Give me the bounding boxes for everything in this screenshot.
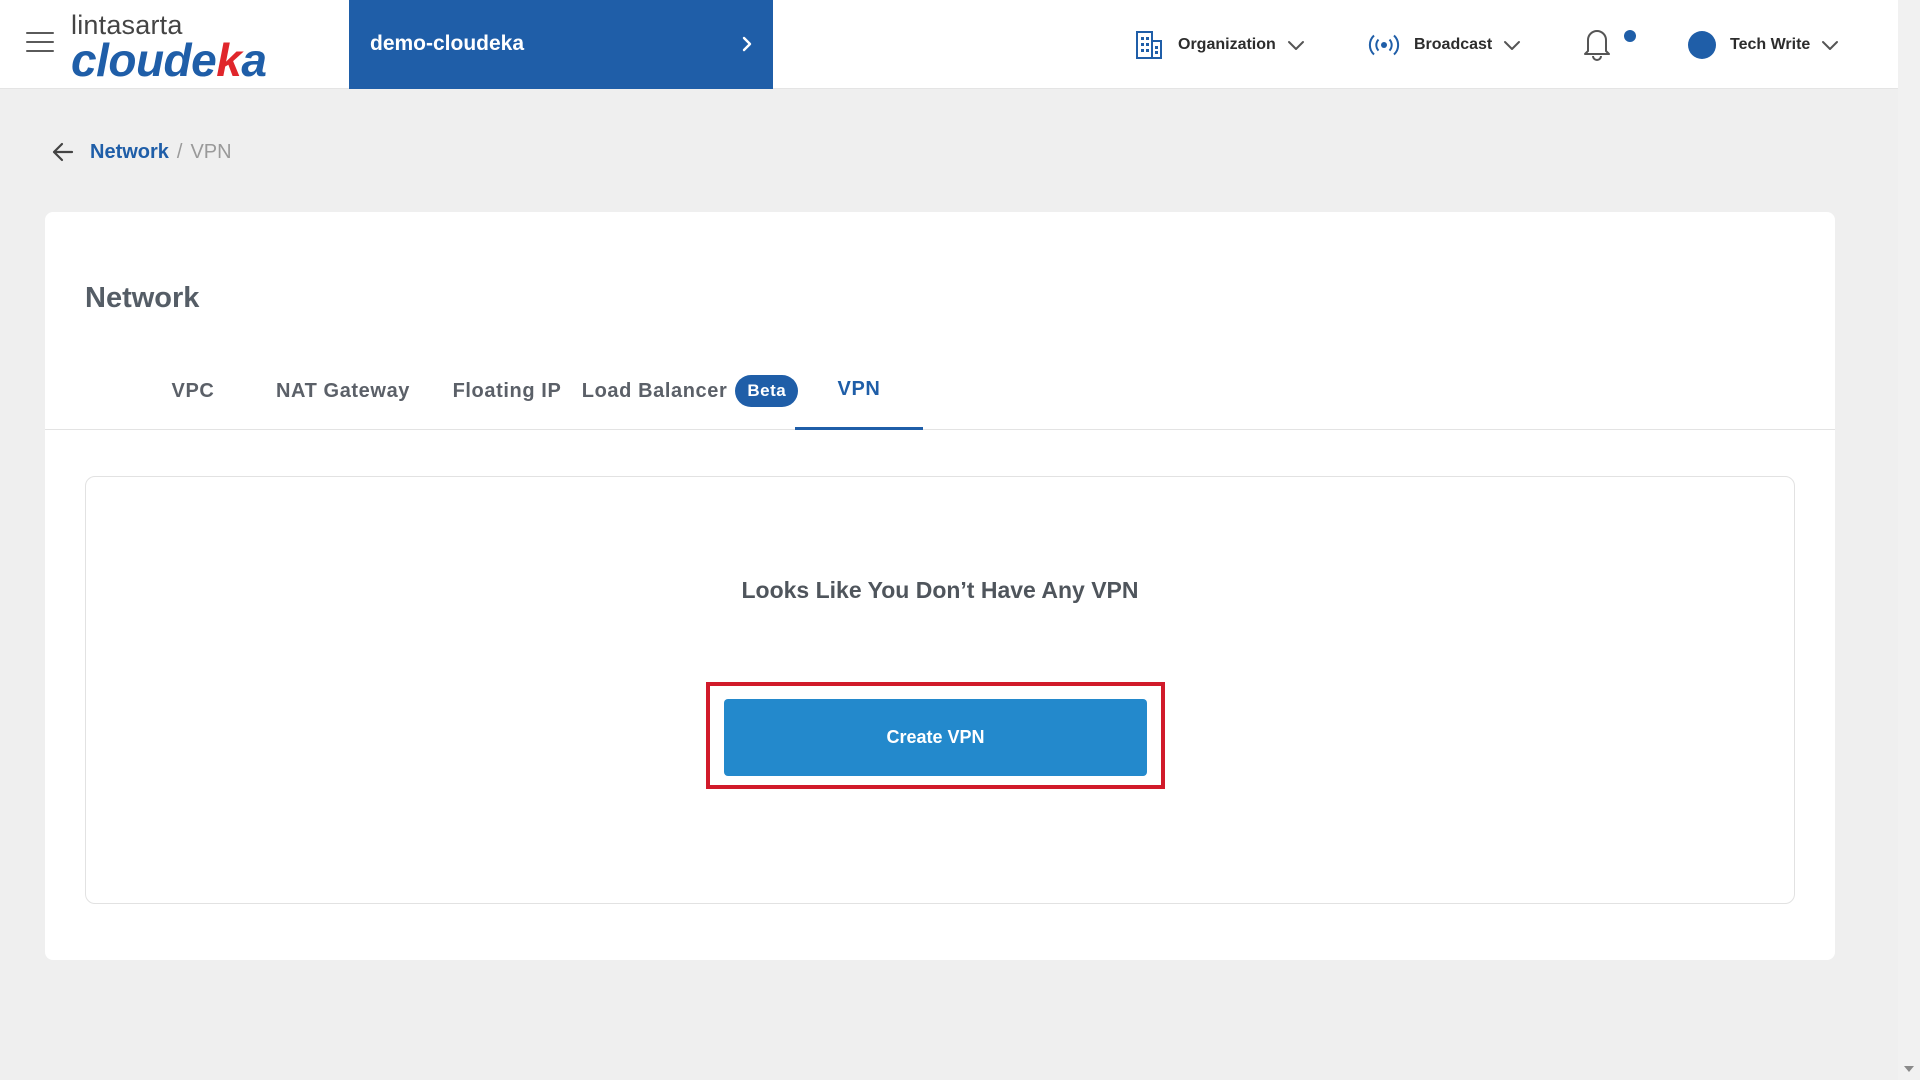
tab-vpn[interactable]: VPN (795, 352, 923, 430)
tab-vpc[interactable]: VPC (129, 352, 257, 430)
top-bar: lintasarta cloudeka demo-cloudeka Organi… (0, 0, 1898, 89)
tab-label: NAT Gateway (275, 379, 411, 402)
organization-label: Organization (1178, 36, 1276, 53)
breadcrumb-current: VPN (190, 140, 232, 163)
chevron-down-icon (1822, 41, 1839, 50)
broadcast-menu[interactable]: Broadcast (1368, 28, 1522, 62)
project-switcher[interactable]: demo-cloudeka (349, 0, 773, 89)
page-title: Network (85, 282, 200, 314)
avatar (1688, 31, 1716, 59)
bell-icon (1584, 30, 1610, 61)
building-icon (1136, 31, 1162, 59)
notification-dot (1624, 30, 1636, 42)
broadcast-label: Broadcast (1414, 36, 1493, 53)
broadcast-icon (1368, 34, 1400, 56)
tab-load-balancer[interactable]: Load Balancer Beta (555, 352, 825, 430)
scroll-down-arrow-icon[interactable] (1904, 1066, 1914, 1072)
create-vpn-button[interactable]: Create VPN (724, 699, 1147, 776)
user-name: Tech Write (1730, 36, 1811, 53)
organization-menu[interactable]: Organization (1134, 28, 1306, 62)
arrow-left-icon[interactable] (50, 139, 76, 165)
tab-label: VPC (171, 379, 215, 402)
chevron-right-icon (742, 36, 752, 52)
chevron-down-icon (1287, 41, 1304, 50)
logo-text-bottom: cloudeka (71, 34, 267, 86)
breadcrumb: Network / VPN (50, 137, 232, 167)
user-menu[interactable]: Tech Write (1688, 28, 1840, 62)
empty-state-panel: Looks Like You Don’t Have Any VPN Create… (85, 476, 1795, 904)
tab-nat-gateway[interactable]: NAT Gateway (263, 352, 423, 430)
vertical-scrollbar[interactable] (1898, 0, 1920, 1080)
logo[interactable]: lintasarta cloudeka (71, 10, 301, 86)
breadcrumb-separator: / (176, 140, 183, 163)
beta-badge: Beta (735, 375, 799, 407)
notifications-button[interactable] (1580, 26, 1636, 61)
tab-label: Floating IP (452, 379, 562, 402)
empty-state-message: Looks Like You Don’t Have Any VPN (741, 577, 1139, 603)
menu-icon[interactable] (26, 32, 54, 56)
tab-label: VPN (837, 378, 881, 400)
tab-label: Load Balancer (581, 379, 728, 402)
highlight-frame: Create VPN (706, 682, 1165, 789)
network-tabs: VPC NAT Gateway Floating IP Load Balance… (45, 352, 1835, 430)
chevron-down-icon (1504, 41, 1521, 50)
project-name: demo-cloudeka (370, 32, 525, 55)
breadcrumb-network-link[interactable]: Network (90, 141, 169, 164)
network-card: Network VPC NAT Gateway Floating IP Load… (45, 212, 1835, 960)
